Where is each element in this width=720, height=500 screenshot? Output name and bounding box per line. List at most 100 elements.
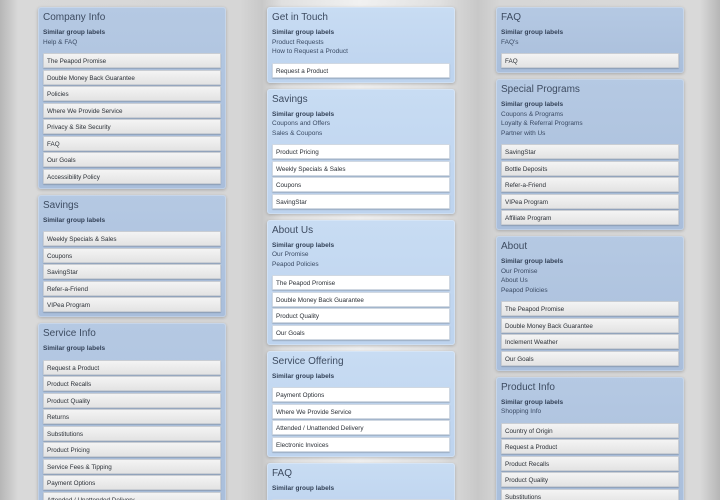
card-title: Special Programs	[501, 84, 580, 95]
card-item-vipea-program[interactable]: VIPea Program	[501, 193, 679, 209]
similar-label: Partner with Us	[501, 129, 546, 137]
card-item-product-recalls[interactable]: Product Recalls	[43, 376, 221, 391]
card-item-affiliate-program[interactable]: Affiliate Program	[501, 210, 679, 225]
card-item-substitutions[interactable]: Substitutions	[43, 425, 221, 441]
card-item-inclement-weather[interactable]: Inclement Weather	[501, 334, 679, 349]
similar-label: Shopping Info	[501, 408, 542, 415]
similar-group-labels: Similar group labels Coupons & Programs Lo…	[501, 100, 679, 138]
card-item-list: Payment Options Where We Provide Service A…	[272, 387, 450, 452]
card-get-in-touch: Get in Touch Similar group labels Product …	[267, 7, 455, 83]
card-item-where-we-provide-service[interactable]: Where We Provide Service	[272, 403, 450, 419]
card-item-savingstar[interactable]: SavingStar	[272, 193, 450, 209]
card-item-double-money-back-guarantee[interactable]: Double Money Back Guarantee	[272, 291, 450, 307]
similar-group-heading: Similar group labels	[501, 29, 564, 36]
card-item-double-money-back-guarantee[interactable]: Double Money Back Guarantee	[43, 69, 221, 85]
card-item-weekly-specials-and-sales[interactable]: Weekly Specials & Sales	[272, 160, 450, 176]
similar-label: FAQ's	[501, 38, 519, 46]
card-item-payment-options[interactable]: Payment Options	[43, 475, 221, 490]
similar-label: About Us	[501, 277, 528, 284]
similar-label: Coupons and Offers	[272, 120, 331, 127]
card-special-programs: Special Programs Similar group labels Coup…	[496, 79, 684, 230]
card-title: Savings	[43, 199, 79, 211]
card-item-our-goals[interactable]: Our Goals	[501, 350, 679, 366]
similar-group-heading: Similar group labels	[272, 110, 335, 118]
card-title: Service Offering	[272, 355, 344, 367]
similar-group-heading: Similar group labels	[272, 372, 335, 380]
card-item-list: SavingStar Bottle Deposits Refer-a-Friend V…	[501, 144, 679, 225]
card-item-where-we-provide-service[interactable]: Where We Provide Service	[43, 102, 221, 118]
similar-group-heading: Similar group labels	[272, 29, 335, 36]
card-item-weekly-specials-and-sales[interactable]: Weekly Specials & Sales	[43, 231, 221, 246]
card-item-product-quality[interactable]: Product Quality	[272, 308, 450, 323]
card-item-product-pricing[interactable]: Product Pricing	[43, 442, 221, 457]
card-item-country-of-origin[interactable]: Country of Origin	[501, 422, 679, 438]
card-item-coupons[interactable]: Coupons	[272, 177, 450, 192]
card-title: Service Info	[43, 328, 96, 339]
similar-group-labels: Similar group labels Coupons and Offers Sa…	[272, 110, 450, 139]
similar-group-labels: Similar group labels Our Promise Peapod Po…	[272, 241, 450, 270]
similar-group-heading: Similar group labels	[272, 241, 335, 249]
card-item-attended-unattended-delivery[interactable]: Attended / Unattended Delivery	[272, 420, 450, 435]
card-title: Company Info	[43, 12, 106, 23]
similar-group-heading: Similar group labels	[43, 345, 106, 352]
card-item-the-peapod-promise[interactable]: The Peapod Promise	[43, 53, 221, 68]
card-item-faq[interactable]: FAQ	[43, 135, 221, 151]
card-about: About Similar group labels Our Promise Abou…	[496, 236, 684, 371]
card-item-accessibility-policy[interactable]: Accessibility Policy	[43, 168, 221, 184]
card-item-double-money-back-guarantee[interactable]: Double Money Back Guarantee	[501, 317, 679, 333]
card-item-substitutions[interactable]: Substitutions	[501, 488, 679, 500]
card-faq: FAQSimilar group labelsProduct Quality	[267, 462, 455, 500]
similar-label: Our Promise	[501, 267, 538, 275]
card-item-faq[interactable]: FAQ	[501, 53, 679, 68]
card-item-the-peapod-promise[interactable]: The Peapod Promise	[272, 275, 450, 290]
similar-group-labels: Similar group labels Shopping Info	[501, 398, 679, 417]
similar-group-heading: Similar group labels	[501, 101, 564, 108]
card-item-privacy-and-site-security[interactable]: Privacy & Site Security	[43, 119, 221, 134]
card-item-our-goals[interactable]: Our Goals	[43, 152, 221, 167]
card-faq: FAQ Similar group labels FAQ's FAQ	[496, 7, 684, 73]
card-item-savingstar[interactable]: SavingStar	[501, 144, 679, 159]
similar-group-labels: Similar group labels FAQ's	[501, 28, 679, 47]
card-item-returns[interactable]: Returns	[43, 409, 221, 424]
card-title: Get in Touch	[272, 12, 328, 23]
card-item-coupons[interactable]: Coupons	[43, 247, 221, 263]
similar-label: How to Request a Product	[272, 48, 348, 55]
card-item-attended-unattended-delivery[interactable]: Attended / Unattended Delivery	[43, 491, 221, 500]
similar-label: Sales & Coupons	[272, 129, 323, 137]
card-item-the-peapod-promise[interactable]: The Peapod Promise	[501, 301, 679, 316]
card-item-bottle-deposits[interactable]: Bottle Deposits	[501, 160, 679, 176]
similar-label: Our Promise	[272, 251, 309, 258]
card-item-product-quality[interactable]: Product Quality	[43, 392, 221, 408]
card-item-electronic-invoices[interactable]: Electronic Invoices	[272, 436, 450, 452]
card-title: Savings	[272, 93, 308, 105]
card-item-service-fees-and-tipping[interactable]: Service Fees & Tipping	[43, 458, 221, 474]
card-item-list: Weekly Specials & Sales Coupons SavingStar…	[43, 231, 221, 312]
card-item-policies[interactable]: Policies	[43, 86, 221, 101]
card-item-refer-a-friend[interactable]: Refer-a-Friend	[501, 177, 679, 192]
card-item-product-quality[interactable]: Product Quality	[501, 472, 679, 487]
card-item-our-goals[interactable]: Our Goals	[272, 324, 450, 340]
card-item-list: Request a Product Product Recalls Product …	[43, 359, 221, 500]
card-title: About	[501, 241, 528, 252]
card-item-request-a-product[interactable]: Request a Product	[272, 62, 450, 78]
card-savings: Savings Similar group labels Weekly Specia…	[38, 194, 226, 317]
card-service-offering: Service Offering Similar group labels Paym…	[267, 350, 455, 457]
similar-label: Peapod Policies	[272, 260, 319, 268]
similar-group-labels: Similar group labels	[43, 216, 221, 226]
similar-group-labels: Similar group labels Our Promise About Us P…	[501, 257, 679, 295]
card-item-refer-a-friend[interactable]: Refer-a-Friend	[43, 280, 221, 296]
card-item-list: Product Pricing Weekly Specials & Sales Co…	[272, 144, 450, 209]
card-item-request-a-product[interactable]: Request a Product	[43, 359, 221, 375]
card-item-savingstar[interactable]: SavingStar	[43, 264, 221, 279]
card-item-payment-options[interactable]: Payment Options	[272, 387, 450, 402]
card-service-info: Service Info Similar group labels Request …	[38, 323, 226, 500]
similar-label: Peapod Policies	[501, 286, 548, 294]
card-item-vipea-program[interactable]: VIPea Program	[43, 297, 221, 312]
column-3: FAQ Similar group labels FAQ's FAQ Special P…	[496, 7, 684, 500]
card-item-request-a-product[interactable]: Request a Product	[501, 439, 679, 454]
similar-group-labels: Similar group labels Help & FAQ	[43, 28, 221, 47]
card-item-product-pricing[interactable]: Product Pricing	[272, 144, 450, 159]
card-product-info: Product Info Similar group labels Shopping…	[496, 376, 684, 500]
card-item-product-recalls[interactable]: Product Recalls	[501, 455, 679, 471]
card-item-list: The Peapod Promise Double Money Back Guar…	[501, 301, 679, 366]
